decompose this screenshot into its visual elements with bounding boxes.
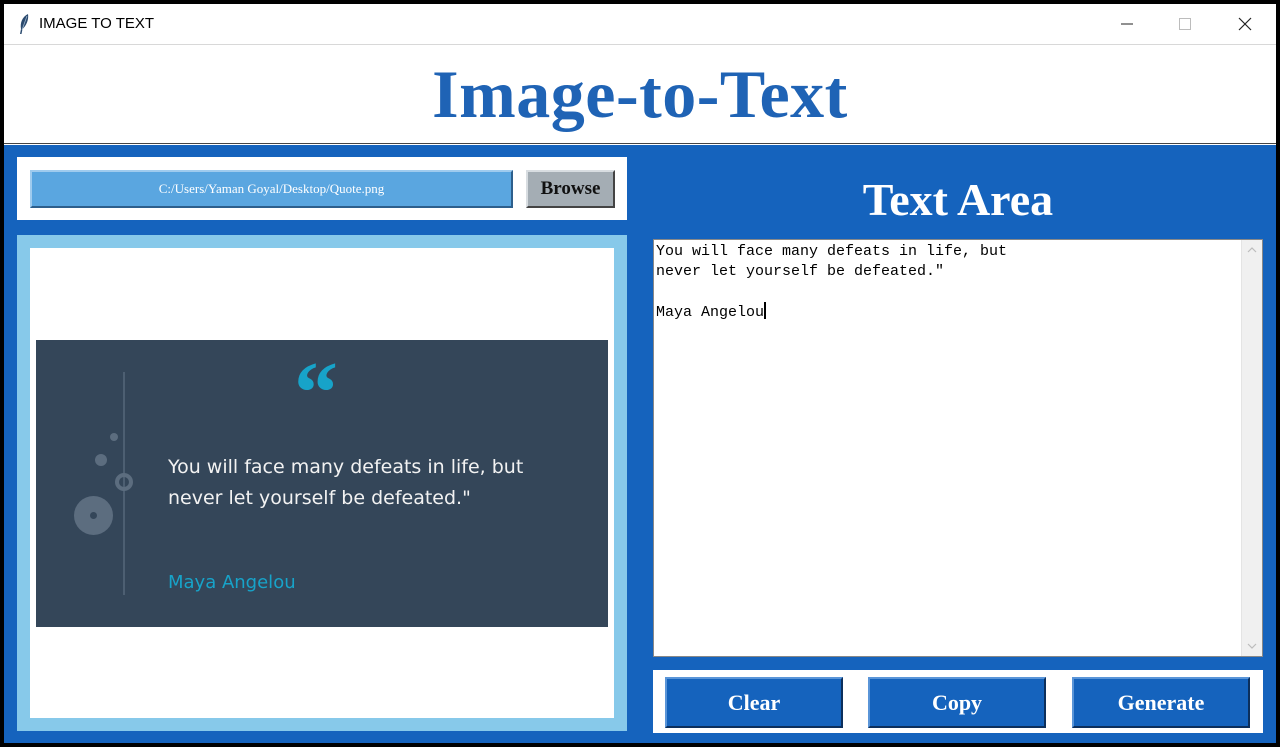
file-path-text: C:/Users/Yaman Goyal/Desktop/Quote.png [158, 181, 385, 196]
title-bar: IMAGE TO TEXT [4, 4, 1276, 44]
clear-button[interactable]: Clear [665, 677, 843, 728]
app-heading: Image-to-Text [432, 55, 848, 132]
quote-image: “ You will face many defeats in life, bu… [36, 340, 608, 627]
text-cursor [764, 302, 767, 319]
copy-button[interactable]: Copy [868, 677, 1046, 728]
quote-author: Maya Angelou [168, 572, 296, 593]
minimize-icon [1121, 23, 1133, 25]
image-preview-panel: “ You will face many defeats in life, bu… [17, 235, 627, 731]
decorative-dot [110, 433, 118, 441]
output-text-area[interactable]: You will face many defeats in life, but … [653, 239, 1263, 657]
decorative-disc [74, 496, 113, 535]
minimize-button[interactable] [1098, 4, 1156, 44]
vertical-scrollbar[interactable] [1241, 240, 1262, 656]
file-select-panel: C:/Users/Yaman Goyal/Desktop/Quote.png B… [17, 157, 627, 220]
maximize-button[interactable] [1156, 4, 1214, 44]
copy-button-label: Copy [931, 689, 983, 715]
scroll-up-icon[interactable] [1242, 240, 1262, 260]
window-title: IMAGE TO TEXT [39, 15, 155, 32]
text-area-heading: Text Area [862, 174, 1054, 225]
generate-button[interactable]: Generate [1072, 677, 1250, 728]
app-window: IMAGE TO TEXT Image-to-Text C:/Users/Yam… [4, 4, 1276, 743]
quote-line: You will face many defeats in life, but [168, 456, 524, 478]
browse-button[interactable]: Browse [526, 170, 615, 208]
maximize-icon [1179, 18, 1191, 30]
feather-icon [20, 14, 29, 34]
quote-text: You will face many defeats in life, but … [168, 452, 588, 514]
output-text[interactable]: You will face many defeats in life, but … [656, 242, 1241, 652]
quote-mark-icon: “ [294, 345, 338, 442]
main-panel: C:/Users/Yaman Goyal/Desktop/Quote.png B… [4, 145, 1276, 743]
generate-button-label: Generate [1117, 689, 1205, 715]
output-text-value: You will face many defeats in life, but … [656, 243, 1008, 321]
browse-button-label: Browse [540, 178, 601, 199]
decorative-ring [115, 473, 133, 491]
clear-button-label: Clear [727, 689, 781, 715]
app-header: Image-to-Text [4, 44, 1276, 144]
action-button-panel: Clear Copy Generate [653, 670, 1263, 733]
file-path-field[interactable]: C:/Users/Yaman Goyal/Desktop/Quote.png [30, 170, 513, 208]
quote-line: never let yourself be defeated." [168, 487, 471, 509]
close-icon [1238, 17, 1252, 31]
image-preview: “ You will face many defeats in life, bu… [30, 248, 614, 718]
scroll-down-icon[interactable] [1242, 636, 1262, 656]
close-button[interactable] [1216, 4, 1274, 44]
decorative-dot [95, 454, 107, 466]
